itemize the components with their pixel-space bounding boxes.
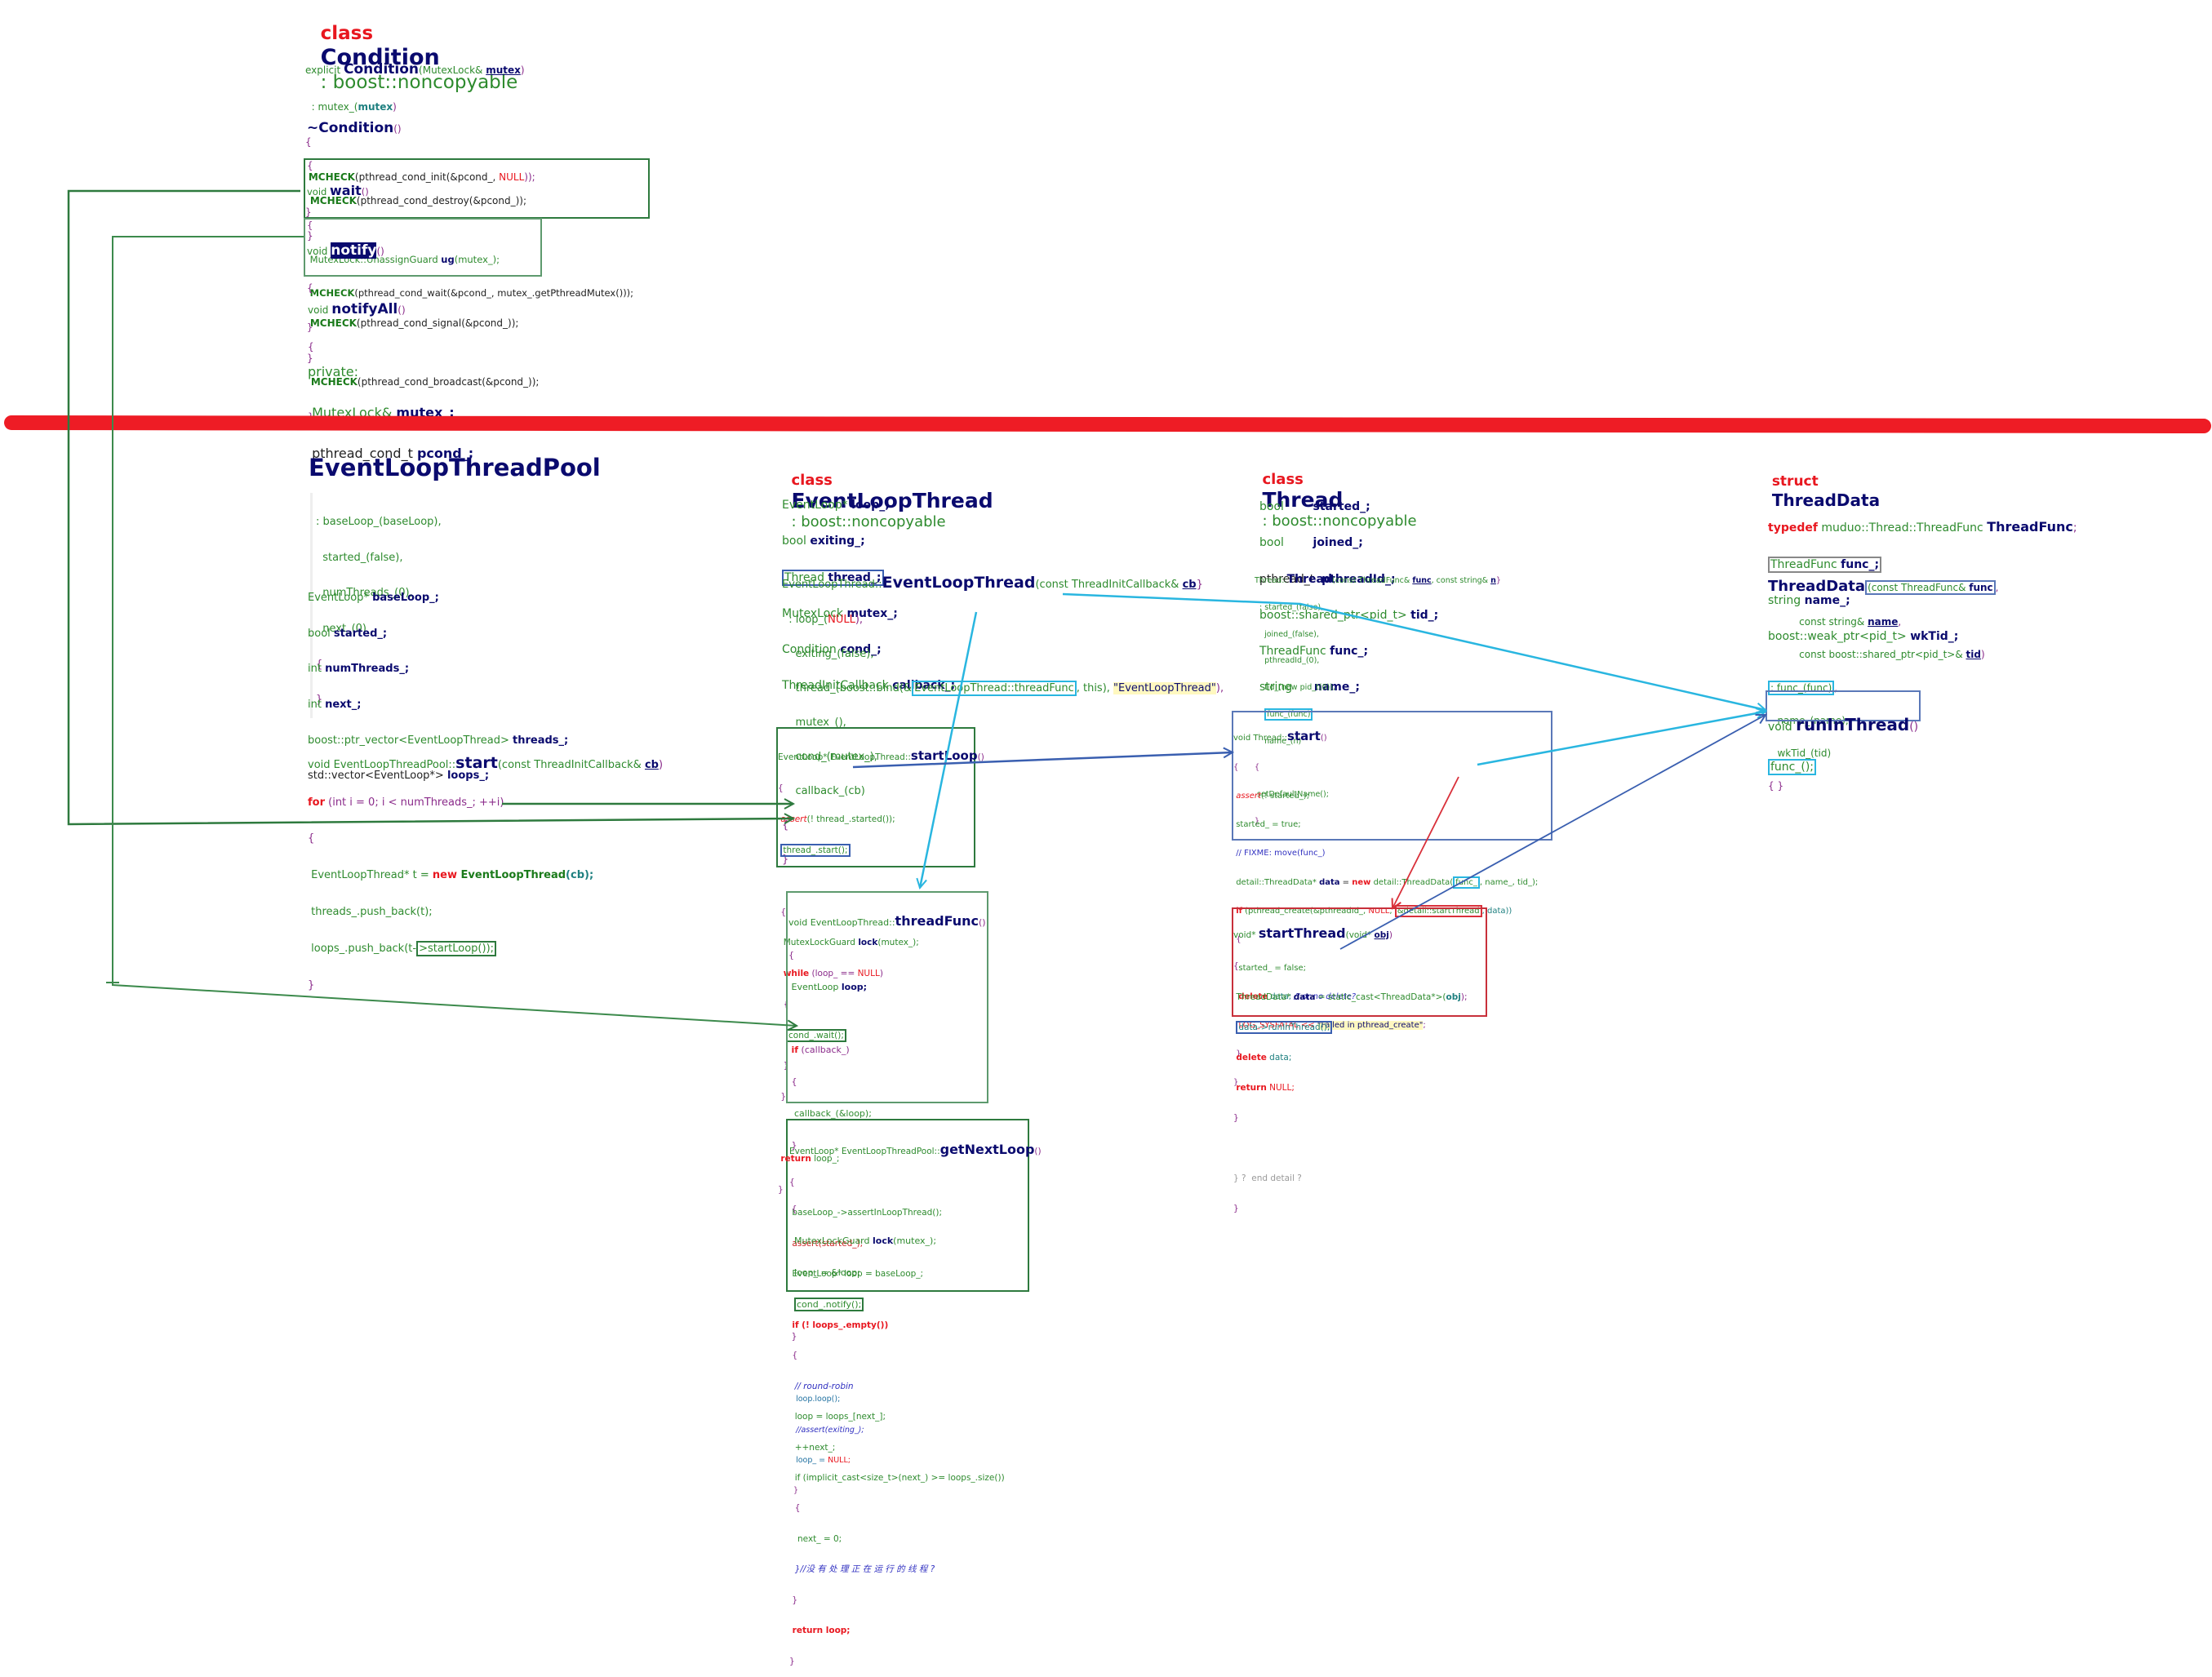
stmt: loop_ = [796,1455,828,1465]
code-line: return loop; [792,1626,851,1636]
connector-overlay [4,189,2211,1301]
connector-bind-to-threadfunc [920,611,978,888]
code-line: next_ = 0; [797,1533,842,1544]
code-line: } [789,1656,795,1666]
section-separator [4,415,2211,433]
connector-thread-start [852,752,1233,769]
comment: }//没 有 处 理 正 在 运 行 的 线 程 ? [794,1564,935,1575]
connector-wait-to-cond-wait [67,189,793,826]
comment: //assert(exiting_); [796,1425,864,1435]
stmt: loop.loop(); [796,1395,841,1404]
connector-notify-to-cond-notify [112,236,797,1026]
connector-bind-to-thread-func [1062,592,1766,710]
null-literal: NULL; [828,1455,851,1465]
close-brace: } [791,1330,797,1342]
close-brace: } [793,1485,799,1495]
code-line: } [792,1595,798,1605]
